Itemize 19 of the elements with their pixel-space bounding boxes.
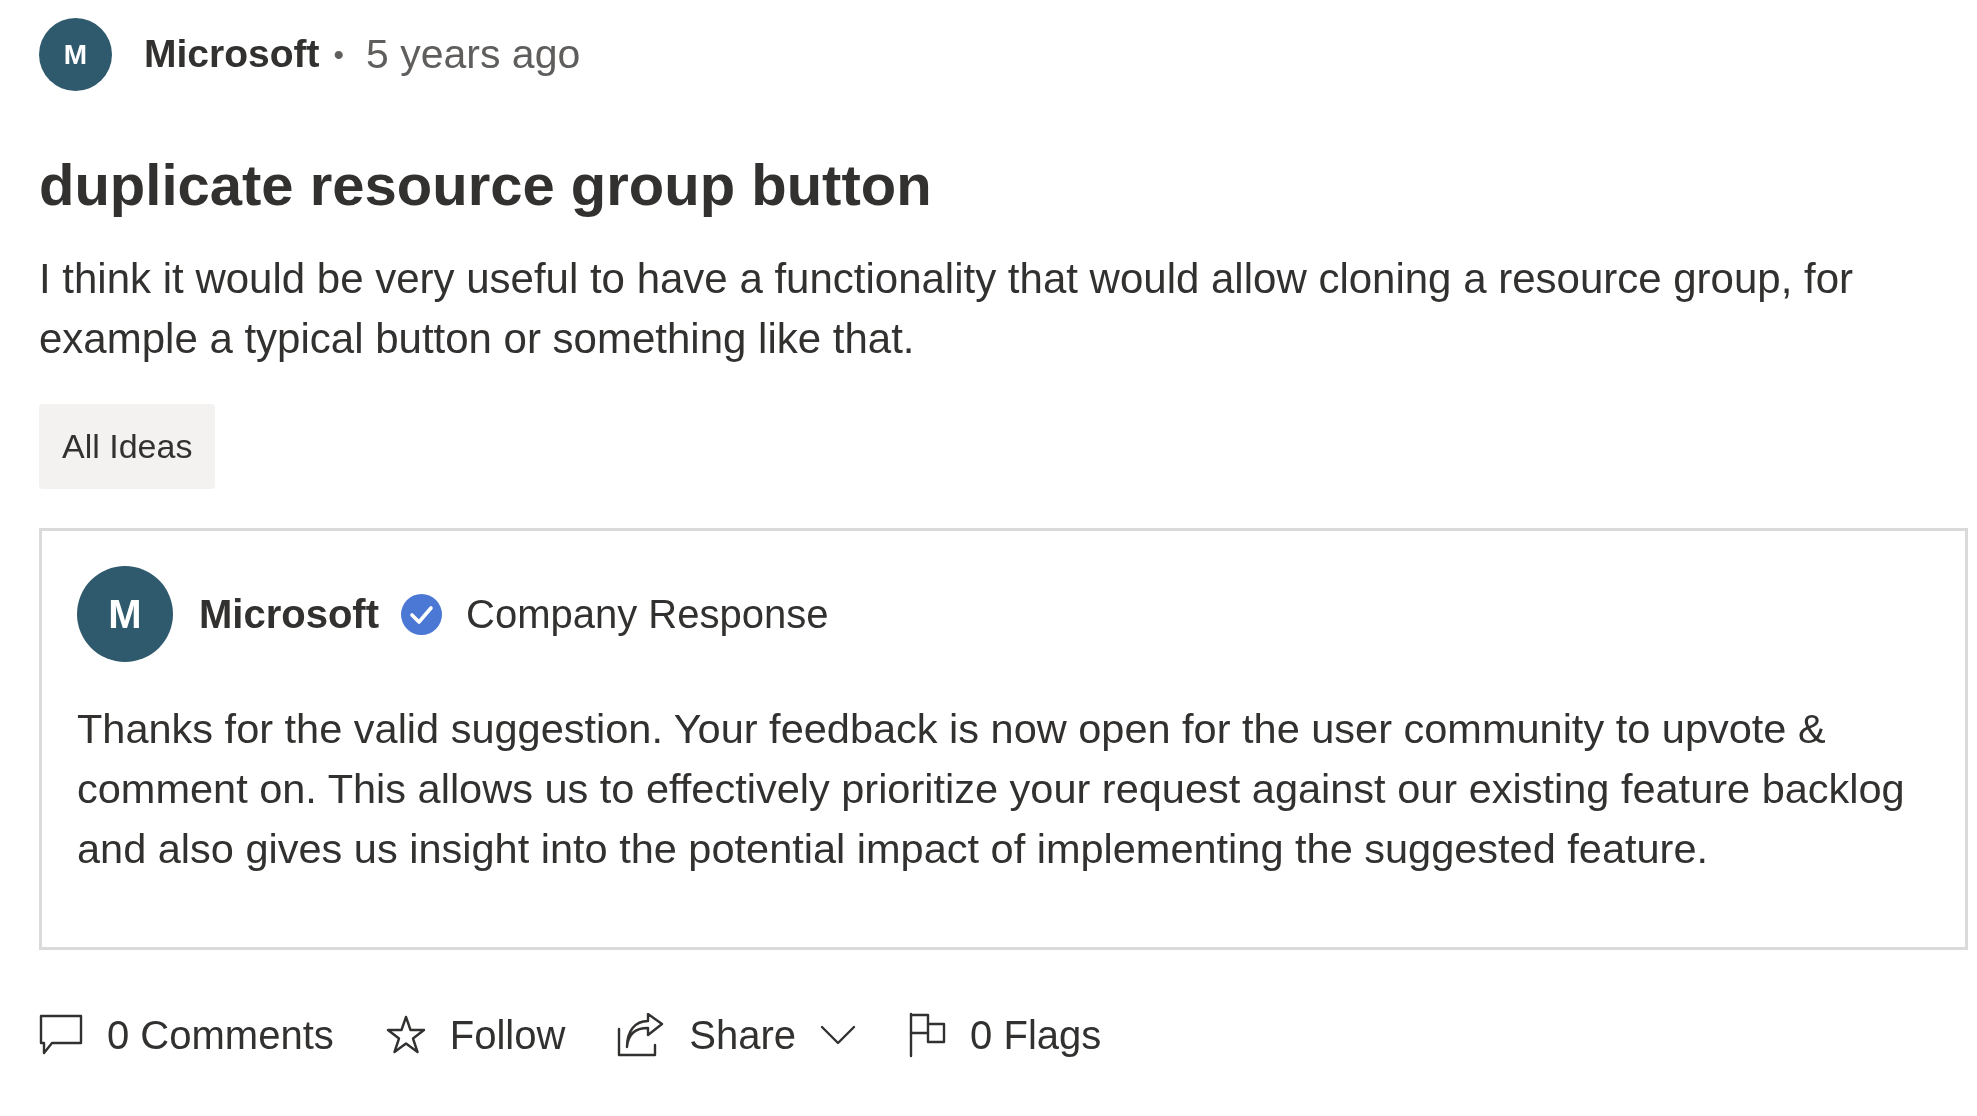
post-time: 5 years ago (366, 29, 581, 79)
comments-button[interactable]: 0 Comments (39, 1010, 334, 1060)
author-name[interactable]: Microsoft (199, 590, 379, 638)
post-description: I think it would be very useful to have a functionality that would allow cloning a resource group, for example a typical button or something like that. (39, 254, 1855, 364)
post-title: duplicate resource group button (39, 151, 933, 219)
star-icon (385, 1015, 426, 1055)
share-button[interactable]: Share (617, 1010, 857, 1060)
category-tag[interactable]: All Ideas (39, 404, 216, 489)
share-arrow-icon (617, 1013, 666, 1057)
separator-dot: • (333, 36, 344, 73)
response-label: Company Response (466, 591, 829, 638)
flags-button[interactable]: 0 Flags (908, 1010, 1102, 1060)
author-avatar: M (39, 18, 112, 91)
response-text: Thanks for the valid suggestion. Your feedback is now open for the user community to upvote & comment on. This allows us to effectively prioritize your request against our existing feature backlog and also gives us insight into the potential impact of implementing the suggested feature. (77, 704, 1906, 874)
flag-icon (908, 1012, 947, 1058)
speech-bubble-icon (39, 1014, 83, 1056)
follow-button[interactable]: Follow (385, 1010, 566, 1060)
author-avatar: M (77, 566, 173, 662)
author-name[interactable]: Microsoft (144, 31, 320, 78)
